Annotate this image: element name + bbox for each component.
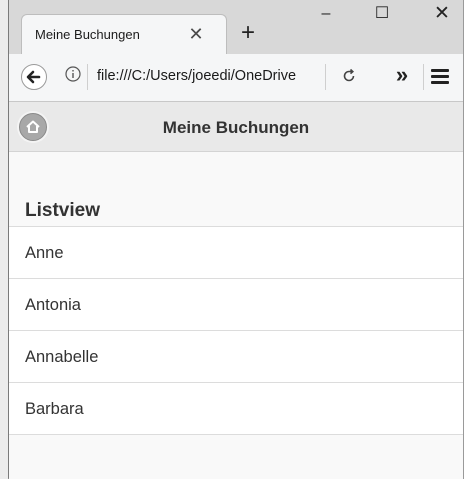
url-divider: [325, 64, 326, 90]
reload-icon[interactable]: [339, 66, 359, 86]
browser-window: Meine Buchungen ✕ + – ☐ ✕ file:///C:/Use…: [8, 0, 464, 479]
address-bar[interactable]: file:///C:/Users/joeedi/OneDrive: [97, 68, 323, 88]
listview: Anne Antonia Annabelle Barbara: [9, 226, 463, 435]
minimize-button[interactable]: –: [307, 0, 345, 30]
url-divider: [87, 64, 88, 90]
list-heading: Listview: [25, 200, 100, 221]
list-item[interactable]: Anne: [9, 227, 463, 279]
maximize-button[interactable]: ☐: [363, 0, 401, 30]
tab-title: Meine Buchungen: [35, 27, 140, 42]
back-arrow-icon: [26, 70, 41, 84]
hamburger-menu-icon[interactable]: [431, 69, 449, 85]
app-header: Meine Buchungen: [9, 102, 463, 152]
overflow-chevron-icon[interactable]: »: [390, 64, 414, 88]
page-content: Listview Anne Antonia Annabelle Barbara: [9, 152, 463, 479]
info-icon[interactable]: [65, 66, 81, 82]
list-item[interactable]: Annabelle: [9, 331, 463, 383]
close-window-button[interactable]: ✕: [423, 0, 461, 30]
list-item[interactable]: Barbara: [9, 383, 463, 435]
navigation-toolbar: file:///C:/Users/joeedi/OneDrive »: [9, 54, 463, 102]
tab-close-icon[interactable]: ✕: [186, 24, 206, 44]
tab-bar: Meine Buchungen ✕ + – ☐ ✕: [9, 0, 463, 54]
back-button[interactable]: [21, 64, 47, 90]
page-title: Meine Buchungen: [162, 118, 310, 137]
new-tab-button[interactable]: +: [236, 21, 260, 46]
browser-tab[interactable]: Meine Buchungen ✕: [21, 14, 227, 54]
toolbar-divider: [423, 64, 424, 90]
list-item[interactable]: Antonia: [9, 279, 463, 331]
